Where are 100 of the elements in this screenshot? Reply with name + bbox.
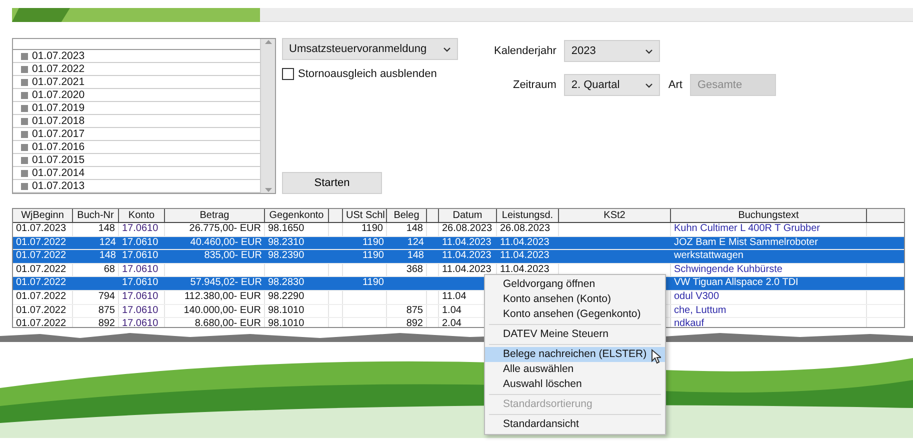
table-cell: 794 (73, 290, 119, 304)
table-cell: 17.0610 (119, 290, 165, 304)
checkbox-label: Stornoausgleich ausblenden (298, 68, 437, 80)
column-header[interactable]: Buch-Nr (73, 209, 119, 222)
list-item[interactable]: 01.07.2020 (32, 89, 85, 101)
field-label: Art (668, 79, 682, 91)
scrollbar[interactable] (260, 39, 275, 193)
table-cell-text: 124 (98, 236, 117, 250)
list-item[interactable]: 01.07.2016 (32, 141, 85, 153)
menu-item[interactable]: Standardansicht (485, 417, 665, 432)
table-cell-text: 11.04.2023 (499, 236, 550, 250)
list-item[interactable]: 01.07.2022 (32, 63, 85, 75)
menu-item[interactable]: Alle auswählen (485, 362, 665, 377)
year-list[interactable]: 01.07.2023 01.07.2022 01.07.2021 01.07.2020 01.07.2019 01.07.2018 01.07.2017 01.07.2016 01.07.2015 01.07.2014 01.07.2013 (12, 38, 276, 194)
table-cell-text: 01.07.2022 (15, 250, 68, 263)
square-icon (21, 78, 28, 86)
table-cell: 875 (387, 304, 427, 318)
table-cell-text: 98.2830 (267, 277, 306, 290)
list-item[interactable]: 01.07.2013 (32, 180, 85, 192)
table-cell: 98.1650 (265, 223, 329, 236)
column-header[interactable]: Gegenkonto (265, 209, 329, 222)
square-icon (21, 156, 28, 164)
menu-item[interactable]: Geldvorgang öffnen (485, 277, 665, 292)
report-dropdown[interactable]: Umsatzsteuervoranmeldung (282, 38, 458, 60)
square-icon (21, 130, 28, 138)
caret-icon (645, 49, 654, 54)
table-cell-text: 98.2390 (267, 250, 306, 263)
menu-item[interactable]: Belege nachreichen (ELSTER) (485, 347, 665, 362)
column-header[interactable]: USt Schl (343, 209, 387, 222)
column-header[interactable]: Beleg (387, 209, 427, 222)
table-cell-text: 17.0610 (121, 250, 160, 263)
square-icon (21, 182, 28, 190)
table-cell-text: 1190 (361, 277, 385, 290)
table-cell: 26.08.2023 (497, 223, 559, 236)
dropdown[interactable]: 2. Quartal (564, 74, 660, 96)
table-cell: 112.380,00- EUR (165, 290, 265, 304)
checkbox[interactable] (282, 68, 294, 80)
table-cell-text: 1190 (361, 236, 385, 250)
list-item[interactable]: 01.07.2023 (32, 50, 85, 62)
table-cell: 01.07.2023 (13, 223, 73, 236)
table-row[interactable]: 01.07.2022 148 17.0610 835,00- EUR 98.2390 1190 148 11.04.2023 11.04.2023 werkstattwagen (13, 250, 904, 264)
table-cell: 875 (73, 304, 119, 318)
table-cell: 01.07.2022 (13, 318, 73, 327)
table-cell: che, Luttum (671, 304, 867, 318)
table-cell-text: 148 (406, 250, 425, 263)
table-cell-text: 17.0610 (121, 236, 160, 250)
table-cell: 1190 (343, 223, 387, 236)
tab[interactable] (12, 8, 70, 22)
table-cell-text: 11.04.2023 (441, 236, 492, 250)
table-cell: 26.08.2023 (439, 223, 497, 236)
table-cell-text: 57.945,02- EUR (189, 277, 263, 290)
column-header[interactable]: Datum (439, 209, 497, 222)
table-cell: 148 (73, 223, 119, 236)
list-item[interactable]: 01.07.2017 (32, 128, 85, 140)
table-cell-text: 124 (406, 236, 425, 250)
table-cell: 01.07.2022 (13, 304, 73, 318)
list-item[interactable]: 01.07.2015 (32, 154, 85, 166)
list-item[interactable]: 01.07.2014 (32, 167, 85, 179)
table-cell-text: VW Tiguan Allspace 2.0 TDI (673, 277, 800, 290)
menu-item[interactable]: Auswahl löschen (485, 377, 665, 392)
table-cell: 17.0610 (119, 318, 165, 327)
column-header[interactable]: Konto (119, 209, 165, 222)
column-header[interactable]: Buchungstext (671, 209, 867, 222)
caret-icon (443, 47, 451, 52)
list-item[interactable]: 01.07.2021 (32, 76, 85, 88)
table-row[interactable]: 01.07.2022 124 17.0610 40.460,00- EUR 98.2310 1190 124 11.04.2023 11.04.2023 JOZ Bam E Mist Sammelroboter (13, 236, 904, 250)
column-header[interactable]: Leistungsd. (497, 209, 559, 222)
menu-item[interactable]: DATEV Meine Steuern (485, 327, 665, 342)
table-cell: 148 (387, 223, 427, 236)
square-icon (21, 104, 28, 112)
square-icon (21, 118, 28, 124)
field-label: Kalenderjahr (494, 45, 556, 57)
table-cell-text: 11.04.2023 (499, 250, 550, 263)
table-cell-text: 01.07.2022 (15, 236, 68, 250)
column-header[interactable]: WjBeginn (13, 209, 73, 222)
scroll-down-icon[interactable] (264, 188, 272, 193)
table-cell: ndkauf (671, 318, 867, 327)
table-cell: 892 (73, 318, 119, 327)
list-item[interactable]: 01.07.2018 (32, 115, 85, 127)
list-item[interactable]: 01.07.2019 (32, 102, 85, 114)
table-cell: 01.07.2022 (13, 290, 73, 304)
table-cell-text: 01.07.2022 (15, 277, 68, 290)
column-header[interactable]: KSt2 (559, 209, 671, 222)
table-cell: 98.1010 (265, 318, 329, 327)
table-cell: 98.2290 (265, 290, 329, 304)
table-cell: Kuhn Cultimer L 400R T Grubber (671, 223, 867, 236)
dropdown[interactable]: 2023 (564, 40, 660, 62)
column-header[interactable]: Betrag (165, 209, 265, 222)
scroll-up-icon[interactable] (264, 39, 272, 44)
table-cell: 17.0610 (119, 264, 165, 276)
table-cell: 140.000,00- EUR (165, 304, 265, 318)
table-cell: 368 (387, 264, 427, 276)
start-button[interactable]: Starten (282, 172, 382, 194)
cursor-icon (651, 349, 661, 364)
table-cell: 17.0610 (119, 304, 165, 318)
table-cell: Schwingende Kuhbürste (671, 264, 867, 276)
table-cell: 17.0610 (119, 223, 165, 236)
table-cell-text: 1190 (361, 250, 385, 263)
table-cell-text: werkstattwagen (673, 250, 744, 263)
table-cell-text: JOZ Bam E Mist Sammelroboter (673, 236, 819, 250)
